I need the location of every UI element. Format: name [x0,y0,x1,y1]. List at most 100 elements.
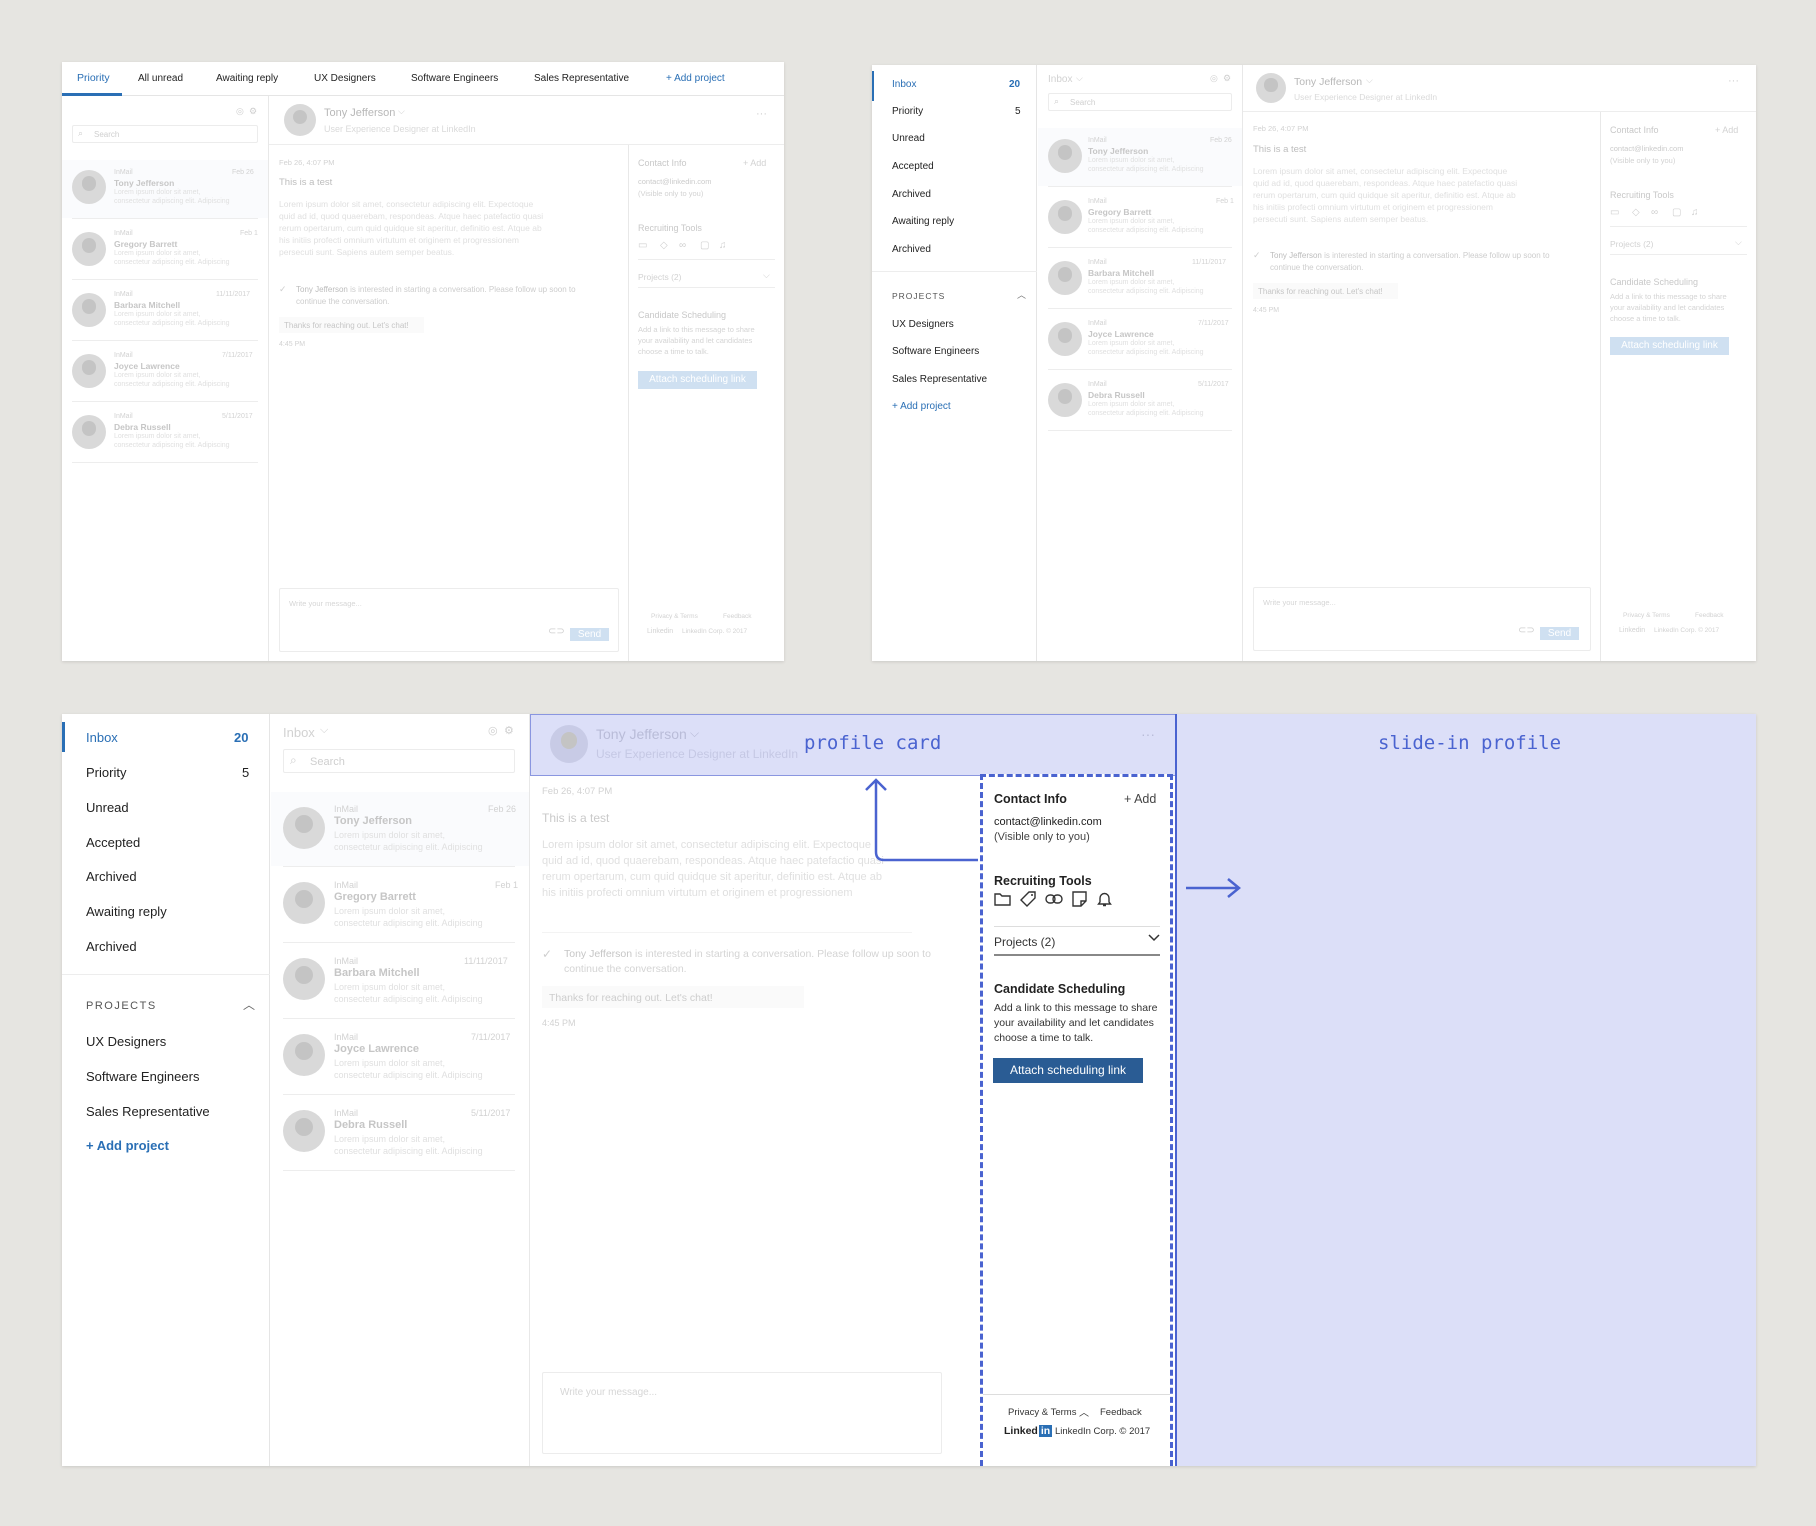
tab-priority[interactable]: Priority [77,72,110,84]
chevron-up-icon[interactable]: ︿ [243,996,255,1013]
folder-icon[interactable]: ▭ [1610,207,1619,218]
compose-input[interactable] [279,588,619,652]
contact-add[interactable]: + Add [743,158,766,168]
chevron-down-icon[interactable]: ⌵ [763,270,770,281]
sidebar-add-project[interactable]: + Add project [892,401,951,412]
tab-ux-designers[interactable]: UX Designers [314,73,376,84]
sidebar-item-inbox[interactable]: Inbox [86,730,118,745]
sidebar-item-priority[interactable]: Priority [86,765,126,780]
sidebar-add-project[interactable]: + Add project [86,1138,169,1153]
link-icon[interactable]: ∞ [679,240,686,251]
chevron-up-icon[interactable]: ︿ [1017,288,1026,301]
attach-scheduling-button[interactable]: Attach scheduling link [1610,337,1729,355]
bell-icon[interactable]: ♫ [1691,207,1699,218]
sidebar-project-ux-designers[interactable]: UX Designers [892,319,954,330]
folder-icon[interactable]: ▭ [638,240,647,251]
header-avatar [550,725,588,763]
feedback-link[interactable]: Feedback [723,613,752,620]
header-name[interactable]: Tony Jefferson [324,107,395,119]
chevron-down-icon[interactable]: ⌵ [690,726,699,741]
attach-scheduling-button[interactable]: Attach scheduling link [993,1058,1143,1083]
sidebar-project-sales-representative[interactable]: Sales Representative [86,1104,210,1119]
help-icon[interactable]: ◎ [236,106,244,117]
header-name[interactable]: Tony Jefferson [596,726,687,742]
projects-dropdown[interactable]: Projects (2) [638,272,681,282]
sidebar-item-unread[interactable]: Unread [86,800,129,815]
feedback-link[interactable]: Feedback [1695,612,1724,619]
recruiting-title: Recruiting Tools [994,874,1092,888]
privacy-link[interactable]: Privacy & Terms [1008,1407,1076,1418]
chevron-down-icon[interactable] [1148,934,1160,942]
inbox-dropdown[interactable]: Inbox [283,725,315,740]
tab-awaiting-reply[interactable]: Awaiting reply [216,73,278,84]
privacy-link[interactable]: Privacy & Terms [651,613,698,620]
sidebar-item-archived-2[interactable]: Archived [86,939,137,954]
sidebar-project-ux-designers[interactable]: UX Designers [86,1034,166,1049]
chevron-up-icon[interactable]: ︿ [1079,1404,1089,1419]
sidebar-item-accepted[interactable]: Accepted [892,161,934,172]
sidebar-item-unread[interactable]: Unread [892,133,925,144]
note-icon[interactable]: ▢ [1672,207,1681,218]
more-icon[interactable]: ··· [1728,75,1739,87]
chevron-down-icon[interactable]: ⌵ [1366,75,1373,86]
projects-dropdown[interactable]: Projects (2) [1610,239,1653,249]
sidebar-item-archived[interactable]: Archived [892,189,931,200]
help-icon[interactable]: ◎ [1210,73,1218,84]
bell-icon[interactable] [1097,891,1112,907]
sidebar-item-accepted[interactable]: Accepted [86,835,140,850]
chevron-down-icon[interactable]: ⌵ [1076,73,1083,84]
divider [994,954,1160,956]
sidebar-item-awaiting-reply[interactable]: Awaiting reply [86,904,167,919]
inbox-dropdown[interactable]: Inbox [1048,74,1072,85]
projects-dropdown[interactable]: Projects (2) [994,935,1055,949]
sidebar-count-inbox: 20 [1009,79,1021,90]
chevron-down-icon[interactable]: ⌵ [398,106,405,117]
tab-all-unread[interactable]: All unread [138,73,183,84]
feedback-link[interactable]: Feedback [1100,1407,1142,1418]
tab-sales-representative[interactable]: Sales Representative [534,73,629,84]
tag-icon[interactable]: ◇ [660,240,668,251]
attach-scheduling-button[interactable]: Attach scheduling link [638,371,757,389]
help-icon[interactable]: ◎ [488,724,498,737]
send-button[interactable]: Send [1540,627,1579,640]
gear-icon[interactable]: ⚙ [504,724,514,737]
link-icon[interactable]: ∞ [1651,207,1658,218]
tag-icon[interactable] [1020,891,1036,907]
note-icon[interactable] [1072,891,1087,907]
header-divider [1243,111,1756,112]
attachment-icon[interactable]: ⊂⊃ [1518,625,1535,636]
sidebar-item-archived-2[interactable]: Archived [892,244,931,255]
gear-icon[interactable]: ⚙ [1223,73,1231,84]
bell-icon[interactable]: ♫ [719,240,727,251]
link-icon[interactable] [1045,894,1063,904]
send-button[interactable]: Send [570,628,609,641]
sidebar-item-inbox[interactable]: Inbox [892,79,916,90]
tab-software-engineers[interactable]: Software Engineers [411,73,498,84]
conversation-date: 11/11/2017 [464,956,508,966]
gear-icon[interactable]: ⚙ [249,106,257,117]
chevron-down-icon[interactable]: ⌵ [320,724,328,737]
header-name[interactable]: Tony Jefferson [1294,76,1362,88]
contact-add[interactable]: + Add [1715,125,1738,135]
compose-input[interactable] [1253,587,1591,651]
sidebar-item-priority[interactable]: Priority [892,106,923,117]
tab-add-project[interactable]: + Add project [666,73,725,84]
folder-icon[interactable] [994,892,1011,906]
conversation-preview: Lorem ipsum dolor sit amet, [334,1134,446,1144]
compose-placeholder: Write your message... [560,1387,658,1398]
more-icon[interactable]: ··· [756,108,767,120]
more-icon[interactable]: ··· [1141,726,1155,742]
sidebar-item-archived[interactable]: Archived [86,869,137,884]
tag-icon[interactable]: ◇ [1632,207,1640,218]
attachment-icon[interactable]: ⊂⊃ [548,626,565,637]
sidebar-project-software-engineers[interactable]: Software Engineers [86,1069,199,1084]
contact-add[interactable]: + Add [1124,792,1156,806]
compose-input[interactable] [542,1372,942,1454]
chevron-down-icon[interactable]: ⌵ [1735,237,1742,248]
conversation-name: Barbara Mitchell [114,300,181,310]
sidebar-item-awaiting-reply[interactable]: Awaiting reply [892,216,954,227]
sidebar-project-software-engineers[interactable]: Software Engineers [892,346,979,357]
note-icon[interactable]: ▢ [700,240,709,251]
privacy-link[interactable]: Privacy & Terms [1623,612,1670,619]
sidebar-project-sales-representative[interactable]: Sales Representative [892,374,987,385]
